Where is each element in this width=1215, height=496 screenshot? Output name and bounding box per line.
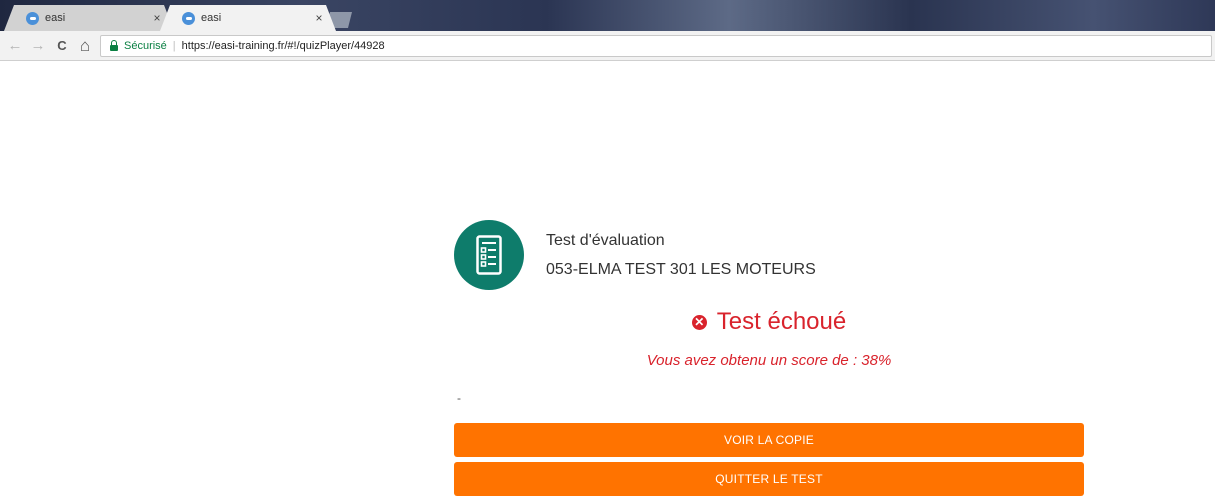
dash-mark: - [457,391,461,405]
security-label: Sécurisé [124,40,167,52]
url-text[interactable]: https://easi-training.fr/#!/quizPlayer/4… [182,40,385,52]
browser-tab-2[interactable]: easi × [160,5,336,31]
address-bar[interactable]: Sécurisé | https://easi-training.fr/#!/q… [100,35,1212,57]
fail-x-icon: ✕ [691,314,707,330]
address-separator: | [172,40,176,52]
browser-tab-strip: easi × easi × [0,0,1215,31]
score-text: Vous avez obtenu un score de : 38% [646,352,892,369]
reload-icon[interactable]: C [53,37,71,55]
tab-title: easi [45,12,66,24]
quit-test-button[interactable]: QUITTER LE TEST [454,462,1084,496]
browser-tab-1[interactable]: easi × [4,5,174,31]
home-icon[interactable]: ⌂ [76,37,94,55]
easi-favicon-icon [182,12,195,25]
result-status-text: Test échoué [716,308,847,335]
tab-close-icon[interactable]: × [150,11,164,25]
view-copy-button[interactable]: VOIR LA COPIE [454,423,1084,457]
quiz-name: 053-ELMA TEST 301 LES MOTEURS [546,261,816,278]
forward-arrow-icon[interactable]: → [29,37,47,55]
tab-title: easi [201,12,222,24]
quiz-type: Test d'évaluation [546,232,665,249]
easi-favicon-icon [26,12,39,25]
tab-close-icon[interactable]: × [312,11,326,25]
result-status: ✕ Test échoué [454,308,1084,336]
lock-icon [110,39,118,51]
back-arrow-icon[interactable]: ← [6,37,24,55]
checklist-icon [454,220,524,290]
browser-toolbar: ← → C ⌂ Sécurisé | https://easi-training… [0,31,1215,61]
